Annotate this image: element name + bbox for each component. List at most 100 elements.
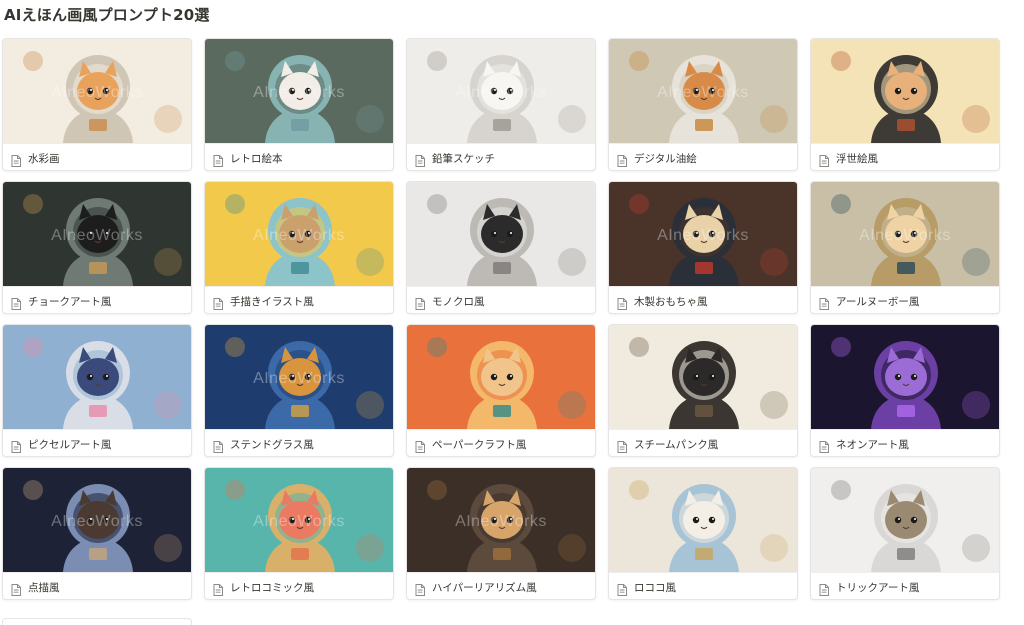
gallery-card[interactable]: モノクロ風 [406,181,596,314]
card-label-row: ネオンアート風 [811,429,999,456]
document-icon [11,295,21,310]
document-icon [415,152,425,167]
card-title: ネオンアート風 [836,438,909,451]
card-thumbnail: AIneoWorks [3,468,191,572]
card-label-row: レトロ絵本 [205,143,393,170]
gallery-card[interactable]: ピクセルアート風 [2,324,192,457]
document-icon [819,295,829,310]
card-thumbnail [811,325,999,429]
card-label-row: ロココ風 [609,572,797,599]
card-title: チョークアート風 [28,295,112,308]
gallery-card[interactable]: AIneoWorks デジタル油絵 [608,38,798,171]
card-title: スチームパンク風 [634,438,719,451]
card-title: トリックアート風 [836,581,920,594]
card-title: 木製おもちゃ風 [634,295,708,308]
document-icon [415,438,425,453]
card-thumbnail [811,468,999,572]
document-icon [819,581,829,596]
card-thumbnail: AIneoWorks [609,182,797,286]
card-title: 点描風 [28,581,60,594]
gallery-card[interactable]: AIneoWorks 鉛筆スケッチ [406,38,596,171]
card-thumbnail [407,325,595,429]
document-icon [213,438,223,453]
document-icon [213,581,223,596]
card-label-row: レトロコミック風 [205,572,393,599]
card-thumbnail: AIneoWorks [811,182,999,286]
gallery-card[interactable]: AIneoWorks レトロコミック風 [204,467,394,600]
card-thumbnail [3,325,191,429]
document-icon [11,438,21,453]
card-label-row: 鉛筆スケッチ [407,143,595,170]
card-thumbnail: AIneoWorks [3,39,191,143]
card-thumbnail [609,325,797,429]
card-label-row: ピクセルアート風 [3,429,191,456]
card-label-row: スチームパンク風 [609,429,797,456]
card-label-row: アールヌーボー風 [811,286,999,313]
card-title: 手描きイラスト風 [230,295,314,308]
document-icon [213,295,223,310]
card-label-row: デジタル油絵 [609,143,797,170]
gallery-page: AIえほん画風プロンプト20選 AIneoWorks 水彩画 AIneoWorks レ… [0,0,1024,625]
gallery-card[interactable]: AIneoWorks アールヌーボー風 [810,181,1000,314]
card-thumbnail [811,39,999,143]
card-label-row: トリックアート風 [811,572,999,599]
card-title: ロココ風 [634,581,676,594]
gallery-card[interactable]: スチームパンク風 [608,324,798,457]
card-thumbnail: AIneoWorks [205,39,393,143]
card-title: ハイパーリアリズム風 [432,581,537,594]
card-thumbnail [407,182,595,286]
card-title: デジタル油絵 [634,152,697,165]
card-label-row: 点描風 [3,572,191,599]
card-thumbnail: AIneoWorks [609,39,797,143]
document-icon [415,295,425,310]
partial-card[interactable] [2,618,192,625]
gallery-card[interactable]: AIneoWorks 手描きイラスト風 [204,181,394,314]
gallery-card[interactable]: ロココ風 [608,467,798,600]
card-thumbnail: AIneoWorks [407,39,595,143]
document-icon [213,152,223,167]
card-title: ピクセルアート風 [28,438,112,451]
gallery-card[interactable]: AIneoWorks 木製おもちゃ風 [608,181,798,314]
document-icon [617,438,627,453]
card-label-row: 木製おもちゃ風 [609,286,797,313]
card-label-row: ハイパーリアリズム風 [407,572,595,599]
card-label-row: 手描きイラスト風 [205,286,393,313]
card-thumbnail: AIneoWorks [3,182,191,286]
card-title: ペーパークラフト風 [432,438,527,451]
document-icon [617,581,627,596]
gallery-card[interactable]: AIneoWorks 点描風 [2,467,192,600]
card-title: 水彩画 [28,152,60,165]
card-thumbnail: AIneoWorks [407,468,595,572]
card-title: レトロ絵本 [230,152,283,165]
document-icon [819,438,829,453]
gallery-card[interactable]: AIneoWorks ハイパーリアリズム風 [406,467,596,600]
document-icon [415,581,425,596]
gallery-card[interactable]: ネオンアート風 [810,324,1000,457]
document-icon [11,581,21,596]
card-thumbnail: AIneoWorks [205,325,393,429]
card-title: 鉛筆スケッチ [432,152,495,165]
gallery-card[interactable]: AIneoWorks チョークアート風 [2,181,192,314]
card-label-row: ステンドグラス風 [205,429,393,456]
gallery-card[interactable]: AIneoWorks レトロ絵本 [204,38,394,171]
card-label-row: 水彩画 [3,143,191,170]
card-label-row: 浮世絵風 [811,143,999,170]
gallery-card[interactable]: 浮世絵風 [810,38,1000,171]
card-label-row: チョークアート風 [3,286,191,313]
gallery-card[interactable]: AIneoWorks 水彩画 [2,38,192,171]
document-icon [617,152,627,167]
card-label-row: モノクロ風 [407,286,595,313]
card-thumbnail: AIneoWorks [205,182,393,286]
card-label-row: ペーパークラフト風 [407,429,595,456]
gallery-card[interactable]: トリックアート風 [810,467,1000,600]
card-title: モノクロ風 [432,295,485,308]
document-icon [617,295,627,310]
gallery-grid: AIneoWorks 水彩画 AIneoWorks レトロ絵本 AIneoWorks 鉛筆… [2,38,1000,600]
document-icon [819,152,829,167]
card-title: レトロコミック風 [230,581,314,594]
document-icon [11,152,21,167]
gallery-card[interactable]: ペーパークラフト風 [406,324,596,457]
gallery-card[interactable]: AIneoWorks ステンドグラス風 [204,324,394,457]
card-thumbnail: AIneoWorks [205,468,393,572]
card-title: ステンドグラス風 [230,438,314,451]
